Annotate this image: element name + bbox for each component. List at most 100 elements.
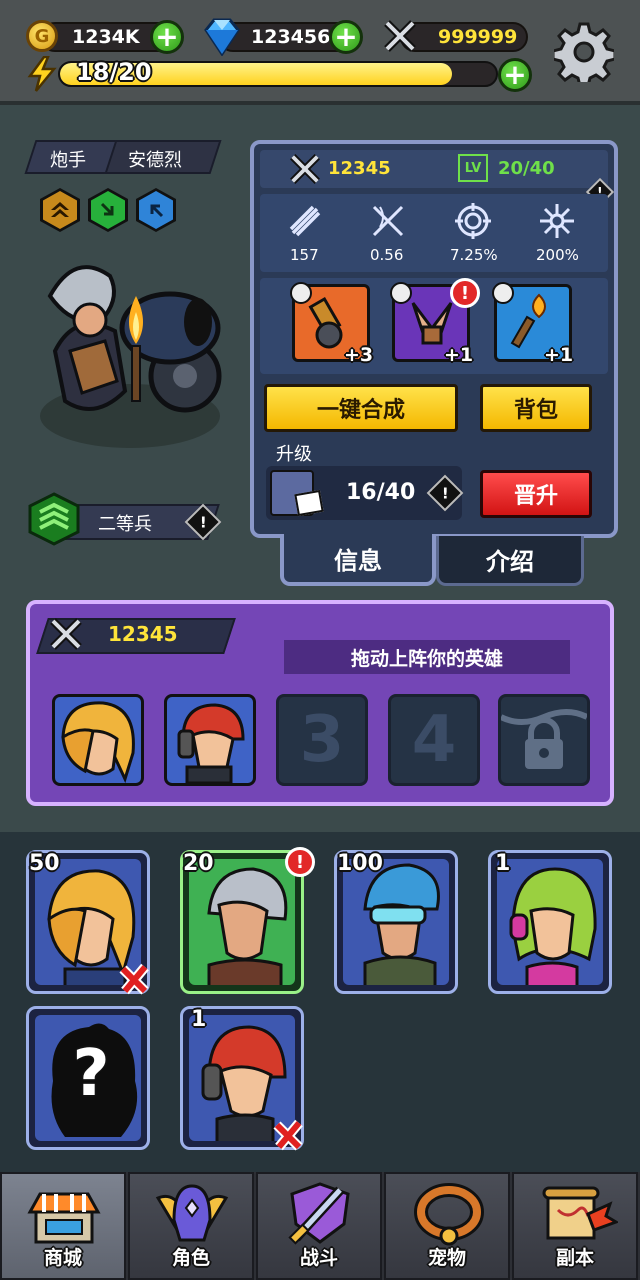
tab-info[interactable]: 信息 bbox=[280, 534, 436, 586]
upgrade-label: 升级 bbox=[276, 444, 312, 465]
crossed-swords-icon bbox=[290, 154, 320, 184]
unknown-hero-mark: ? bbox=[72, 1037, 110, 1111]
gold-coin-icon: G bbox=[26, 20, 58, 52]
hero-card-2-selected[interactable]: 20 ! bbox=[180, 847, 315, 994]
nav-shop[interactable]: 商城 bbox=[0, 1172, 126, 1280]
hero-avatar-redhair bbox=[177, 703, 245, 785]
hero-level-badge: 100 bbox=[337, 851, 383, 876]
nav-pet-label: 宠物 bbox=[427, 1247, 466, 1269]
armor-slot-icon bbox=[390, 282, 412, 304]
gem-icon bbox=[204, 18, 240, 56]
hero-portrait bbox=[40, 265, 222, 448]
sword-shield-icon bbox=[288, 1182, 350, 1245]
card-portrait-bg bbox=[497, 859, 603, 985]
team-slot-4[interactable]: 4 bbox=[388, 694, 480, 786]
hero-card-4[interactable]: 1 bbox=[488, 850, 612, 994]
backpack-button[interactable]: 背包 bbox=[480, 384, 592, 432]
hero-card-5[interactable]: 1 bbox=[180, 1006, 304, 1151]
gear-icon[interactable] bbox=[554, 22, 614, 82]
winged-helmet-icon bbox=[155, 1184, 229, 1242]
shop-stall-icon bbox=[27, 1192, 101, 1244]
hero-level: 20/40 bbox=[498, 158, 555, 179]
puzzle-piece-icon bbox=[294, 489, 324, 517]
skill-badge-1[interactable] bbox=[40, 188, 80, 232]
sword-slot-icon bbox=[290, 282, 312, 304]
stat-crit-rate: 7.25% bbox=[450, 246, 498, 264]
lock-chain-icon bbox=[499, 709, 589, 769]
stat-crit-damage: 200% bbox=[536, 246, 579, 264]
card-portrait-bg bbox=[343, 859, 449, 985]
add-gems-button[interactable]: + bbox=[329, 20, 363, 54]
stat-attack: 157 bbox=[290, 246, 319, 264]
equip-accessory-level: +1 bbox=[544, 344, 574, 366]
team-slot-3[interactable]: 3 bbox=[276, 694, 368, 786]
equip-armor-level: +1 bbox=[444, 344, 474, 366]
nav-hero-label: 角色 bbox=[171, 1247, 210, 1269]
top-bar: G 1234K + 123456 + 999999 18/20 + bbox=[0, 0, 640, 105]
crossed-swords-icon bbox=[50, 618, 82, 650]
hero-rank: 二等兵 bbox=[98, 514, 152, 535]
card-alert-icon: ! bbox=[285, 847, 315, 877]
bottom-nav: 商城 角色 战斗 宠物 副本 bbox=[0, 1172, 640, 1280]
nav-hero[interactable]: 角色 bbox=[128, 1172, 254, 1280]
stat-attack-speed: 0.56 bbox=[370, 246, 404, 264]
card-portrait-bg bbox=[189, 859, 295, 985]
hero-avatar-grayhair bbox=[207, 867, 288, 985]
rank-insignia-icon bbox=[28, 492, 80, 546]
gold-amount: 1234K bbox=[72, 26, 140, 48]
hero-avatar-goggles bbox=[363, 863, 440, 985]
accessory-slot-icon bbox=[492, 282, 514, 304]
team-slot-1[interactable] bbox=[52, 694, 144, 786]
armor-alert-icon: ! bbox=[450, 278, 480, 308]
add-gold-button[interactable]: + bbox=[150, 20, 184, 54]
hero-info-panel: 12345 LV 20/40 ! 157 0.56 7.25% 200% +3 … bbox=[250, 140, 618, 538]
team-hint: 拖动上阵你的英雄 bbox=[284, 640, 570, 674]
hero-level-badge: 20 bbox=[183, 851, 214, 876]
arrow-down-icon bbox=[91, 191, 125, 229]
cross-mark-icon bbox=[273, 1119, 303, 1151]
auto-merge-button[interactable]: 一键合成 bbox=[264, 384, 458, 432]
rank-chevron-icon bbox=[43, 191, 77, 229]
add-energy-button[interactable]: + bbox=[498, 58, 532, 92]
team-slot-2[interactable] bbox=[164, 694, 256, 786]
hero-level-badge: 1 bbox=[495, 851, 511, 876]
skill-badge-2[interactable] bbox=[88, 188, 128, 232]
nav-dungeon-label: 副本 bbox=[555, 1247, 594, 1269]
scroll-map-icon bbox=[542, 1186, 618, 1240]
nav-battle-label: 战斗 bbox=[299, 1247, 338, 1269]
hero-roster: 50 20 ! 100 1 ? 1 bbox=[0, 832, 640, 1172]
nav-shop-label: 商城 bbox=[43, 1247, 82, 1269]
lightning-icon bbox=[27, 56, 57, 92]
tab-intro[interactable]: 介绍 bbox=[436, 536, 584, 586]
hero-card-3[interactable]: 100 bbox=[334, 850, 458, 994]
pet-collar-icon bbox=[414, 1183, 484, 1246]
nav-pet[interactable]: 宠物 bbox=[384, 1172, 510, 1280]
skill-badge-3[interactable] bbox=[136, 188, 176, 232]
cross-mark-icon bbox=[119, 963, 149, 995]
hero-level-badge: 50 bbox=[29, 851, 60, 876]
team-power: 12345 bbox=[108, 622, 178, 646]
hero-name: 安德烈 bbox=[128, 150, 182, 171]
energy-count: 18/20 bbox=[76, 58, 152, 86]
attack-speed-icon bbox=[367, 200, 409, 242]
hero-avatar-greenhair bbox=[509, 867, 597, 985]
team-panel: 12345 拖动上阵你的英雄 3 4 bbox=[26, 600, 614, 806]
hero-avatar-blond bbox=[61, 701, 135, 784]
arrow-up-icon bbox=[139, 191, 173, 229]
hero-class: 炮手 bbox=[50, 150, 86, 171]
crit-burst-icon bbox=[536, 200, 578, 242]
hero-card-locked[interactable]: ? bbox=[26, 1006, 150, 1150]
power-amount: 999999 bbox=[438, 26, 518, 48]
level-icon: LV bbox=[458, 154, 488, 182]
crossed-swords-icon bbox=[384, 20, 416, 52]
team-slot-5-locked[interactable] bbox=[498, 694, 590, 786]
nav-dungeon[interactable]: 副本 bbox=[512, 1172, 638, 1280]
hero-level-badge: 1 bbox=[191, 1007, 207, 1032]
shard-count: 16/40 bbox=[346, 480, 416, 505]
promote-button[interactable]: 晋升 bbox=[480, 470, 592, 518]
hero-power: 12345 bbox=[328, 158, 391, 179]
nav-battle[interactable]: 战斗 bbox=[256, 1172, 382, 1280]
gem-amount: 123456 bbox=[251, 26, 331, 48]
crosshair-icon bbox=[452, 200, 494, 242]
hero-card-1[interactable]: 50 bbox=[26, 850, 150, 995]
